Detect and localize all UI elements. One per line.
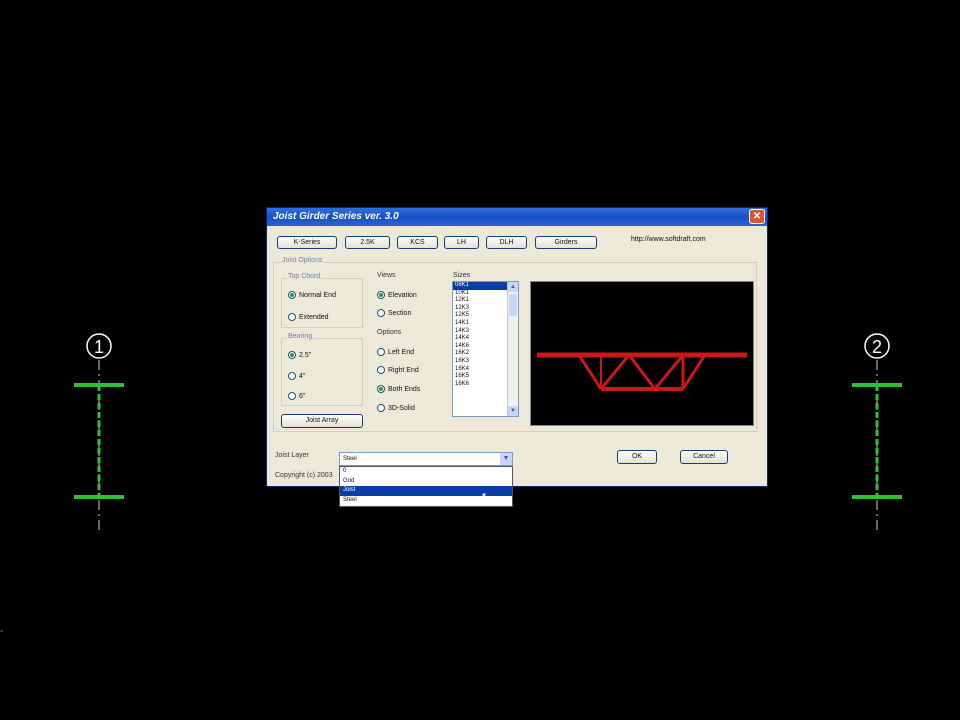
radio-normal-end[interactable]: Normal End [288,291,336,299]
radio-dot [377,366,385,374]
radio-extended[interactable]: Extended [288,313,329,321]
k-series-button[interactable]: K-Series [277,236,337,249]
cursor-crosshair-glyph: - [0,626,3,637]
scroll-up-icon[interactable]: ▲ [508,282,518,292]
radio-dot [377,404,385,412]
mouse-cursor-icon: ↖ [481,491,491,503]
cancel-button[interactable]: Cancel [680,450,728,464]
radio-dot [288,372,296,380]
grid-column-2: 2 [852,333,902,532]
radio-dot [288,351,296,359]
radio-label: 4" [299,372,306,380]
joist-layer-select[interactable]: Steel ▼ [339,452,513,466]
radio-left-end[interactable]: Left End [377,348,414,356]
sizes-label: Sizes [453,272,471,279]
2-5k-button[interactable]: 2.5K [345,236,390,249]
dropdown-option[interactable]: Grid [340,477,512,487]
joist-preview [530,281,754,426]
sizes-listbox[interactable]: 08K1 10K1 12K1 12K3 12K5 14K1 14K3 14K4 … [452,281,519,417]
radio-label: Right End [388,366,419,374]
joist-layer-value: Steel [343,456,357,462]
radio-dot [288,313,296,321]
girders-button[interactable]: Girders [535,236,597,249]
views-label: Views [377,272,396,279]
radio-right-end[interactable]: Right End [377,366,419,374]
dropdown-option[interactable]: 0 [340,467,512,477]
radio-dot [377,348,385,356]
chevron-down-icon[interactable]: ▼ [500,453,512,465]
copyright-text: Copyright (c) 2003 [275,472,333,479]
joist-array-button[interactable]: Joist Array [281,414,363,428]
radio-label: 6" [299,392,306,400]
radio-elevation[interactable]: Elevation [377,291,417,299]
radio-dot [377,385,385,393]
radio-label: Extended [299,313,329,321]
radio-both-ends[interactable]: Both Ends [377,385,420,393]
radio-label: Left End [388,348,415,356]
top-chord-label: Top Chord [287,273,322,280]
radio-label: Elevation [388,291,417,299]
options-label: Options [377,329,402,336]
title-bar[interactable]: Joist Girder Series ver. 3.0 ✕ [267,208,767,226]
kcs-button[interactable]: KCS [397,236,438,249]
website-url[interactable]: http://www.softdraft.com [631,236,706,243]
radio-dot [288,392,296,400]
grid-mark-2: 2 [872,337,882,357]
radio-label: Normal End [299,291,336,299]
radio-label: 3D-Solid [388,404,415,412]
radio-bearing-4[interactable]: 4" [288,372,305,380]
radio-dot [288,291,296,299]
radio-dot [377,309,385,317]
sizes-scrollbar[interactable]: ▲ ▼ [507,282,518,416]
grid-mark-1: 1 [94,337,104,357]
radio-section[interactable]: Section [377,309,411,317]
ok-button[interactable]: OK [617,450,657,464]
radio-label: 2.5" [299,351,312,359]
scroll-down-icon[interactable]: ▼ [508,406,518,416]
radio-label: Section [388,309,412,317]
bearing-label: Bearing [287,333,314,340]
close-button[interactable]: ✕ [749,209,765,224]
joist-options-label: Joist Options [281,257,324,264]
radio-bearing-2-5[interactable]: 2.5" [288,351,311,359]
dialog-title: Joist Girder Series ver. 3.0 [273,211,399,222]
lh-button[interactable]: LH [444,236,479,249]
joist-layer-label: Joist Layer [275,452,309,459]
joist-girder-dialog: Joist Girder Series ver. 3.0 ✕ K-Series … [266,207,768,507]
grid-column-1: 1 [74,333,124,532]
dlh-button[interactable]: DLH [486,236,527,249]
radio-dot [377,291,385,299]
truss-elevation-drawing [537,352,747,391]
radio-label: Both Ends [388,385,421,393]
radio-3d-solid[interactable]: 3D-Solid [377,404,415,412]
scroll-thumb[interactable] [509,294,517,316]
radio-bearing-6[interactable]: 6" [288,392,305,400]
